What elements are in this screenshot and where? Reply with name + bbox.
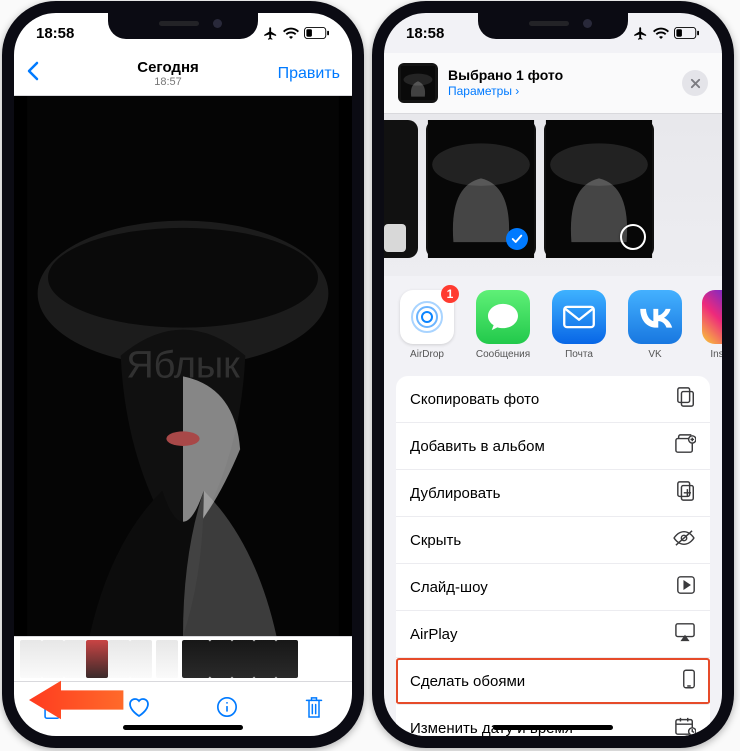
action-airplay[interactable]: AirPlay [396,611,710,658]
airplane-mode-icon [633,26,648,41]
nav-bar: Сегодня 18:57 Править [14,53,352,96]
home-indicator[interactable] [123,725,243,730]
phone-icon [682,668,696,690]
share-button[interactable] [36,691,68,723]
action-hide[interactable]: Скрыть [396,517,710,564]
favorite-button[interactable] [123,691,155,723]
battery-icon [674,27,700,39]
thumb[interactable] [130,640,152,678]
battery-icon [304,27,330,39]
status-time: 18:58 [406,25,444,42]
actions-list: Скопировать фото Добавить в альбом Дубли… [396,376,710,736]
action-add-to-album[interactable]: Добавить в альбом [396,423,710,470]
thumb[interactable] [20,640,42,678]
back-button[interactable] [26,61,66,87]
action-edit-date[interactable]: Изменить дату и время [396,705,710,736]
play-icon [676,575,696,595]
app-label: AirDrop [398,349,456,360]
app-mail[interactable]: Почта [550,290,608,360]
thumb[interactable] [254,640,276,678]
status-time: 18:58 [36,25,74,42]
action-duplicate[interactable]: Дублировать [396,470,710,517]
app-label: Почта [550,349,608,360]
app-label: Сообщения [474,349,532,360]
calendar-icon [674,716,696,736]
thumb[interactable] [232,640,254,678]
thumb[interactable] [42,640,64,678]
duplicate-icon [676,480,696,502]
airplay-icon [674,622,696,642]
chevron-left-icon [26,61,40,81]
thumb[interactable] [86,640,108,678]
wifi-icon [653,27,669,39]
info-button[interactable] [211,691,243,723]
sheet-params-link[interactable]: Параметры › [448,84,672,98]
photo-viewer[interactable]: Яблык [14,96,352,636]
sheet-thumbnail [398,63,438,103]
album-add-icon [674,434,696,454]
share-icon [41,694,63,720]
airdrop-icon [407,297,447,337]
app-messages[interactable]: Сообщения [474,290,532,360]
info-icon [216,696,238,718]
sheet-title: Выбрано 1 фото [448,67,672,84]
hide-icon [672,529,696,547]
preview-row[interactable] [384,114,722,276]
sheet-header: Выбрано 1 фото Параметры › [384,53,722,114]
action-copy-photo[interactable]: Скопировать фото [396,376,710,423]
thumb-current[interactable] [182,640,210,678]
preview-thumb[interactable] [384,120,418,258]
app-label: VK [626,349,684,360]
photo-content [14,96,352,636]
messages-icon [486,302,520,332]
home-indicator[interactable] [493,725,613,730]
thumb[interactable] [64,640,86,678]
airdrop-badge: 1 [441,285,459,303]
close-button[interactable] [682,70,708,96]
thumb[interactable] [276,640,298,678]
preview-thumb[interactable] [544,120,654,258]
mail-icon [562,305,596,329]
airplane-mode-icon [263,26,278,41]
copy-icon [676,386,696,408]
close-icon [690,78,701,89]
filmstrip[interactable] [14,636,352,682]
app-airdrop[interactable]: 1 AirDrop [398,290,456,360]
nav-title: Сегодня 18:57 [66,60,270,89]
thumb[interactable] [108,640,130,678]
action-set-wallpaper[interactable]: Сделать обоями [396,658,710,705]
app-instagram[interactable]: Ins [702,290,722,360]
check-icon [511,233,523,245]
app-label: Ins [702,349,722,360]
wifi-icon [283,27,299,39]
vk-icon [637,306,673,328]
delete-button[interactable] [298,691,330,723]
app-vk[interactable]: VK [626,290,684,360]
preview-thumb-selected[interactable] [426,120,536,258]
thumb[interactable] [156,640,178,678]
heart-icon [127,696,151,718]
edit-button[interactable]: Править [270,65,340,83]
apps-row[interactable]: 1 AirDrop Сообщения Почта VK [384,276,722,370]
action-slideshow[interactable]: Слайд-шоу [396,564,710,611]
thumb[interactable] [210,640,232,678]
trash-icon [304,695,324,719]
